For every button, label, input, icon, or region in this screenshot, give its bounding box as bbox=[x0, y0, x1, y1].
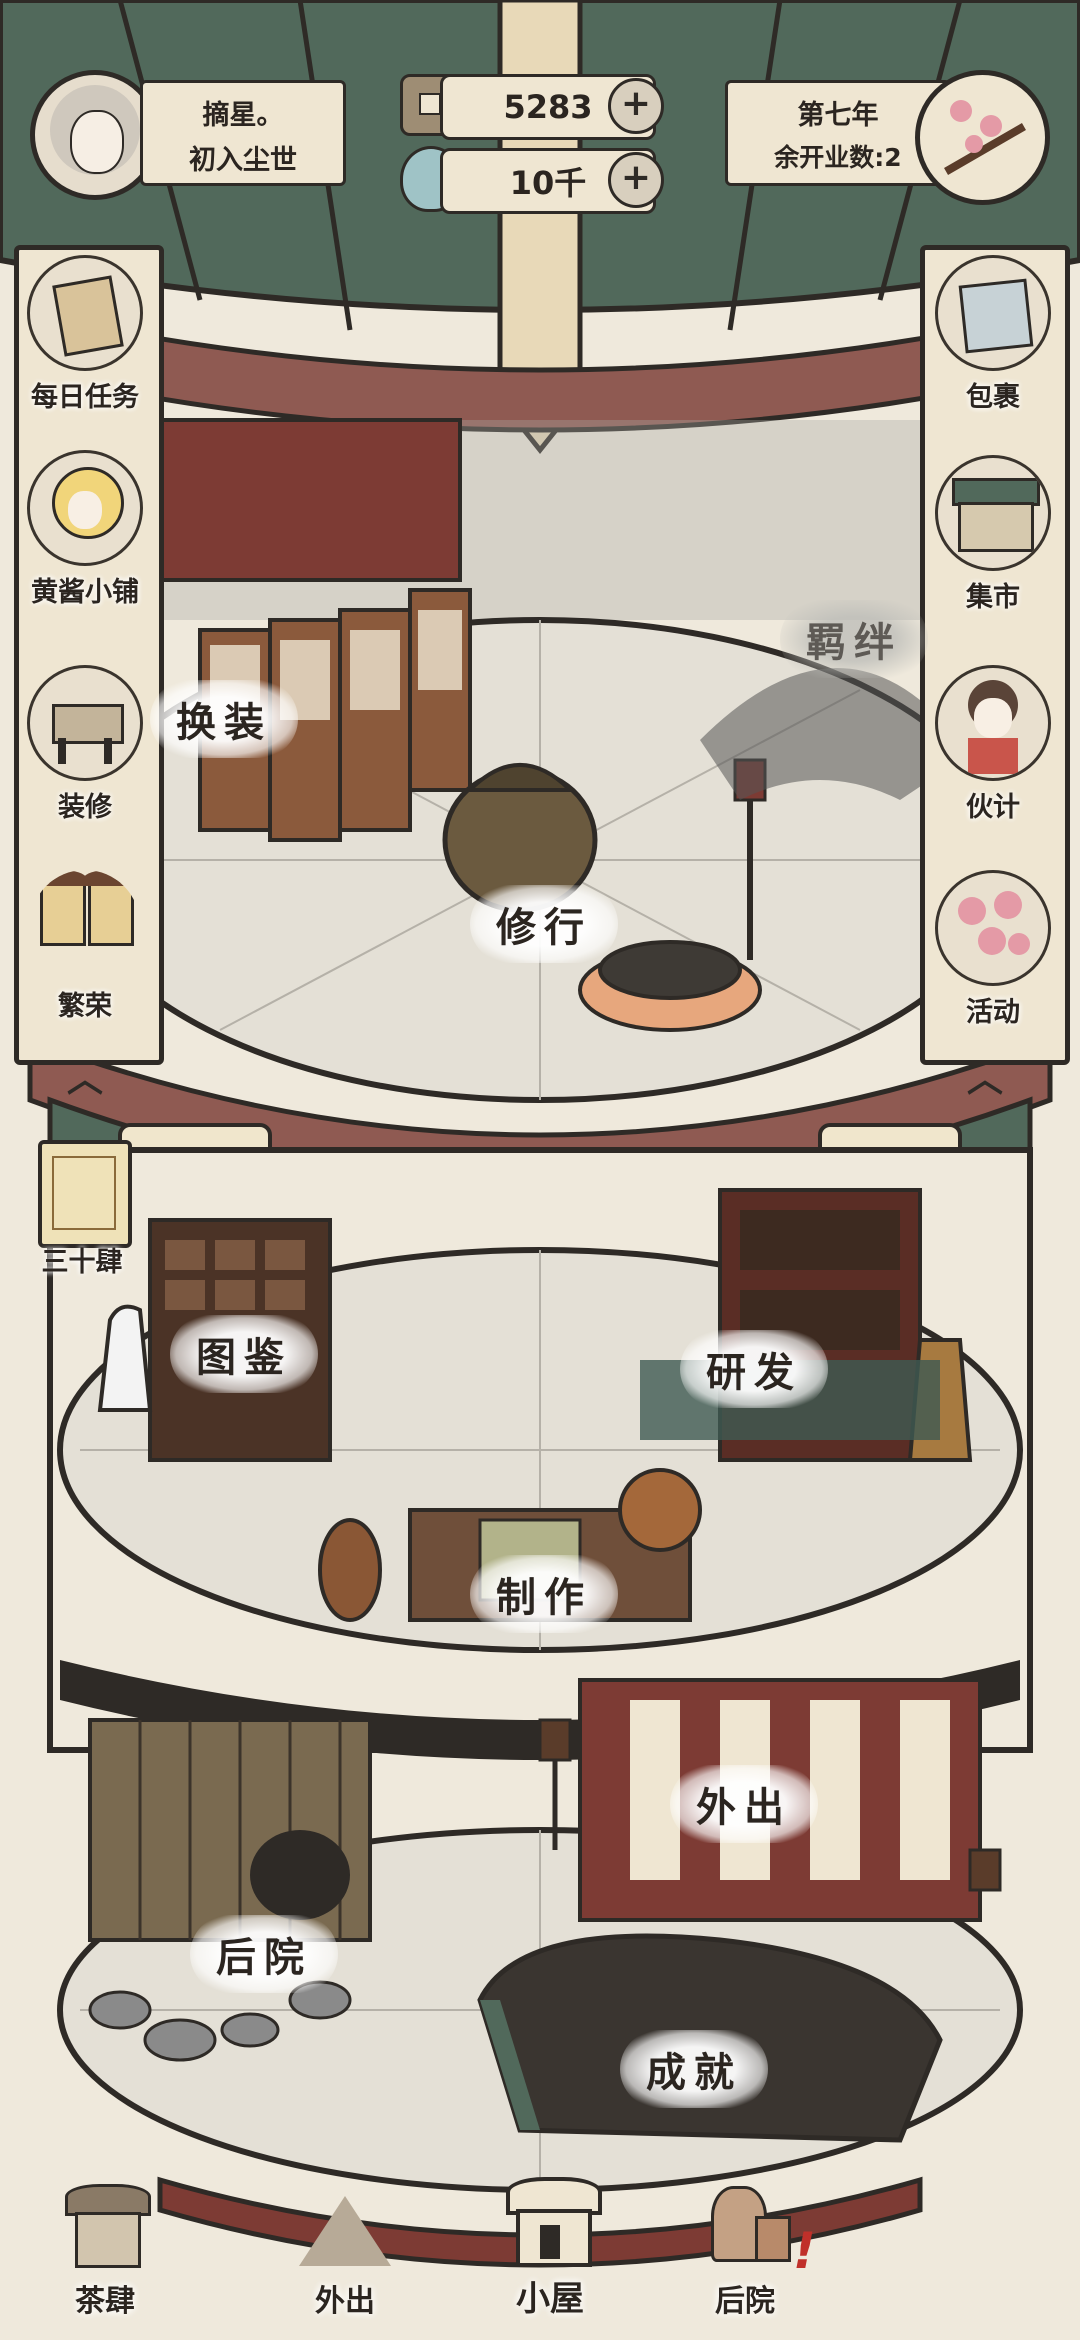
player-card[interactable]: 摘星。 初入尘世 bbox=[30, 70, 350, 200]
coin-currency: 5283 + bbox=[400, 72, 664, 140]
coin-add-button[interactable]: + bbox=[608, 78, 664, 134]
sauce-shop-label: 黄酱小铺 bbox=[31, 577, 139, 608]
helper-label: 伙计 bbox=[966, 792, 1020, 823]
decorate-label: 装修 bbox=[58, 792, 112, 823]
teahouse-icon bbox=[45, 2166, 165, 2276]
nav-house[interactable]: 小屋 bbox=[470, 2161, 630, 2320]
sauce-shop-button[interactable]: 黄酱小铺 bbox=[10, 450, 160, 609]
gem-currency: 10千 + bbox=[400, 146, 664, 214]
decorate-button[interactable]: 装修 bbox=[10, 665, 160, 824]
prosperity-label: 繁荣 bbox=[58, 991, 112, 1022]
market-label: 集市 bbox=[966, 582, 1020, 613]
player-info-panel: 摘星。 初入尘世 bbox=[140, 80, 346, 186]
right-collapse-icon[interactable]: ︿ bbox=[960, 1062, 1010, 1098]
research-button[interactable]: 研发 bbox=[680, 1330, 828, 1408]
scroll-badge-icon bbox=[38, 1140, 132, 1248]
bag-icon bbox=[935, 255, 1051, 371]
market-button[interactable]: 集市 bbox=[918, 455, 1068, 614]
gem-add-button[interactable]: + bbox=[608, 152, 664, 208]
avatar-face bbox=[70, 110, 124, 174]
craft-button[interactable]: 制作 bbox=[470, 1555, 618, 1633]
helper-icon bbox=[935, 665, 1051, 781]
girl-shop-icon bbox=[27, 450, 143, 566]
daily-task-button[interactable]: 每日任务 bbox=[10, 255, 160, 414]
nav-house-label: 小屋 bbox=[516, 2279, 584, 2319]
nav-backyard-alert-badge: ! bbox=[793, 2222, 816, 2280]
nav-backyard-label: 后院 bbox=[715, 2284, 775, 2319]
practice-button[interactable]: 修行 bbox=[470, 885, 618, 963]
table-icon bbox=[27, 665, 143, 781]
outing-button[interactable]: 外出 bbox=[670, 1765, 818, 1843]
player-title: 初入尘世 bbox=[189, 145, 297, 176]
mountain-icon bbox=[285, 2166, 405, 2276]
season-icon[interactable] bbox=[915, 70, 1050, 205]
inventory-button[interactable]: 包裹 bbox=[918, 255, 1068, 414]
nav-teahouse[interactable]: 茶肆 bbox=[25, 2166, 185, 2320]
left-collapse-icon[interactable]: ︿ bbox=[60, 1062, 110, 1098]
blossom-icon bbox=[935, 870, 1051, 986]
market-icon bbox=[935, 455, 1051, 571]
scroll-icon bbox=[27, 255, 143, 371]
lantern-icon bbox=[30, 870, 140, 980]
event-label: 活动 bbox=[966, 997, 1020, 1028]
dress-up-button[interactable]: 换装 bbox=[150, 680, 298, 758]
nav-outing-label: 外出 bbox=[315, 2284, 375, 2319]
player-name: 摘星。 bbox=[202, 100, 284, 131]
nav-teahouse-label: 茶肆 bbox=[75, 2284, 135, 2319]
nav-backyard[interactable]: 后院 ! bbox=[665, 2166, 825, 2320]
bond-button[interactable]: 羁绊 bbox=[780, 600, 928, 678]
helper-button[interactable]: 伙计 bbox=[918, 665, 1068, 824]
garden-icon bbox=[685, 2166, 805, 2276]
scroll-badge-label: 三十肆 bbox=[41, 1247, 123, 1278]
nav-outing[interactable]: 外出 bbox=[265, 2166, 425, 2320]
achievement-button[interactable]: 成就 bbox=[620, 2030, 768, 2108]
scroll-badge[interactable]: 三十肆 bbox=[22, 1140, 142, 1280]
backyard-button[interactable]: 后院 bbox=[190, 1915, 338, 1993]
inventory-label: 包裹 bbox=[966, 382, 1020, 413]
house-icon bbox=[490, 2161, 610, 2271]
event-button[interactable]: 活动 bbox=[918, 870, 1068, 1029]
prosperity-button[interactable]: 繁荣 bbox=[10, 870, 160, 1023]
daily-task-label: 每日任务 bbox=[31, 382, 139, 413]
calendar-card[interactable]: 第七年 余开业数:2 bbox=[725, 70, 1055, 210]
catalog-button[interactable]: 图鉴 bbox=[170, 1315, 318, 1393]
